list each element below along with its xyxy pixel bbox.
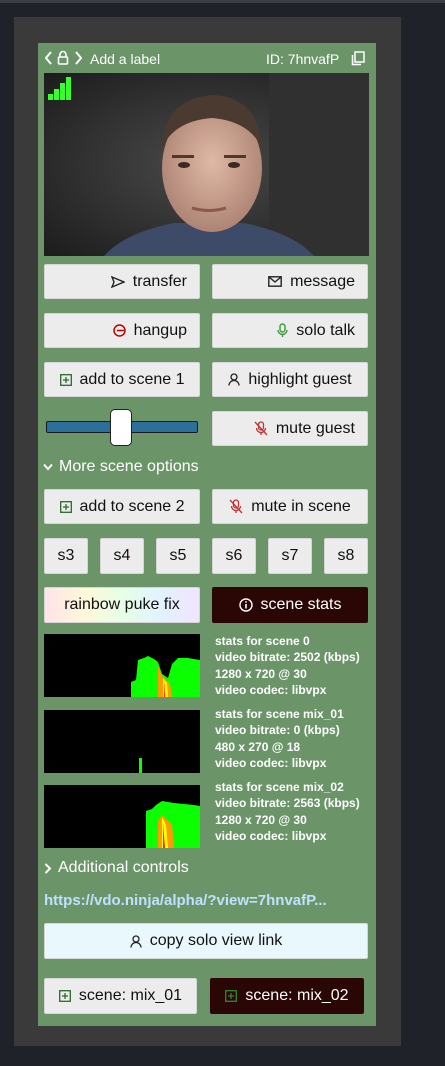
stats-graph-scene-mix-01 — [44, 710, 200, 773]
chevron-down-icon — [43, 463, 53, 471]
person-icon — [228, 373, 241, 386]
additional-controls-toggle[interactable]: Additional controls — [44, 859, 189, 877]
scene-mix-02-label: scene: mix_02 — [245, 987, 349, 1004]
stats-graph-scene-mix-02 — [44, 785, 200, 848]
mute-guest-button[interactable]: mute guest — [212, 411, 368, 446]
stats-resolution: 1280 x 720 @ 30 — [215, 812, 307, 827]
stats-text-scene-mix-02: stats for scene mix_02 video bitrate: 25… — [215, 779, 360, 844]
scene-mix-02-button[interactable]: scene: mix_02 — [210, 978, 364, 1014]
plus-square-icon — [225, 990, 238, 1002]
add-to-scene-2-button[interactable]: add to scene 2 — [44, 489, 200, 524]
scene-stats-button[interactable]: scene stats — [212, 587, 368, 623]
stats-resolution: 480 x 270 @ 18 — [215, 739, 301, 754]
stats-resolution: 1280 x 720 @ 30 — [215, 666, 307, 681]
chevron-left-icon[interactable] — [44, 51, 53, 70]
mic-off-icon — [254, 421, 268, 436]
lock-icon[interactable] — [57, 50, 69, 70]
add-to-scene-1-label: add to scene 1 — [79, 370, 185, 388]
plus-square-icon — [59, 500, 72, 513]
scene-mix-01-label: scene: mix_01 — [78, 987, 183, 1004]
add-to-scene-1-button[interactable]: add to scene 1 — [44, 362, 200, 397]
highlight-guest-label: highlight guest — [248, 370, 352, 388]
message-label: message — [290, 272, 355, 290]
scene-s4-button[interactable]: s4 — [100, 538, 144, 574]
stats-codec: video codec: libvpx — [215, 828, 327, 843]
hangup-icon — [112, 324, 126, 337]
stats-codec: video codec: libvpx — [215, 682, 327, 697]
mic-icon — [277, 323, 288, 338]
signal-icon — [48, 77, 72, 105]
hangup-button[interactable]: hangup — [44, 313, 200, 348]
scene-mix-01-button[interactable]: scene: mix_01 — [44, 978, 197, 1014]
copy-solo-view-link-button[interactable]: copy solo view link — [44, 923, 368, 959]
person-icon — [130, 934, 142, 948]
chevron-right-icon — [44, 862, 52, 874]
scene-s3-button[interactable]: s3 — [44, 538, 88, 574]
chevron-right-icon[interactable] — [74, 51, 83, 70]
scene-stats-label: scene stats — [260, 596, 342, 613]
copy-icon[interactable] — [351, 51, 365, 71]
stats-graph-scene-0 — [44, 634, 200, 697]
transfer-label: transfer — [132, 272, 187, 290]
stats-bitrate: video bitrate: 2502 (kbps) — [215, 650, 360, 665]
guest-label[interactable]: Add a label — [90, 51, 160, 67]
copy-solo-view-link-label: copy solo view link — [149, 932, 283, 949]
guest-video[interactable] — [44, 73, 369, 256]
top-border — [0, 0, 445, 3]
stats-title: stats for scene mix_01 — [215, 707, 344, 721]
scene-s5-button[interactable]: s5 — [156, 538, 200, 574]
volume-slider[interactable] — [44, 405, 200, 449]
hangup-label: hangup — [133, 321, 187, 339]
add-to-scene-2-label: add to scene 2 — [79, 497, 185, 515]
message-button[interactable]: message — [212, 264, 368, 299]
stats-text-scene-0: stats for scene 0 video bitrate: 2502 (k… — [215, 633, 360, 698]
additional-controls-label: Additional controls — [58, 859, 189, 876]
scene-s6-button[interactable]: s6 — [212, 538, 256, 574]
volume-slider-thumb[interactable] — [110, 409, 132, 446]
stats-bitrate: video bitrate: 2563 (kbps) — [215, 796, 360, 811]
envelope-icon — [268, 276, 282, 287]
rainbow-puke-fix-button[interactable]: rainbow puke fix — [44, 587, 200, 623]
stats-title: stats for scene mix_02 — [215, 780, 344, 794]
stats-title: stats for scene 0 — [215, 634, 310, 648]
scene-s7-button[interactable]: s7 — [268, 538, 312, 574]
scene-s8-button[interactable]: s8 — [324, 538, 368, 574]
view-link[interactable]: https://vdo.ninja/alpha/?view=7hnvafP... — [44, 892, 368, 909]
more-scene-options-label: More scene options — [59, 458, 199, 475]
highlight-guest-button[interactable]: highlight guest — [212, 362, 368, 397]
plus-square-icon — [59, 373, 72, 386]
mute-guest-label: mute guest — [275, 419, 355, 437]
stats-bitrate: video bitrate: 0 (kbps) — [215, 723, 340, 738]
send-icon — [110, 275, 125, 288]
mic-off-icon — [229, 499, 243, 514]
plus-square-icon — [58, 990, 71, 1002]
stats-codec: video codec: libvpx — [215, 755, 327, 770]
solo-talk-button[interactable]: solo talk — [212, 313, 368, 348]
info-icon — [238, 598, 253, 612]
mute-in-scene-label: mute in scene — [251, 497, 351, 515]
mute-in-scene-button[interactable]: mute in scene — [212, 489, 368, 524]
more-scene-options-toggle[interactable]: More scene options — [43, 458, 199, 476]
stats-text-scene-mix-01: stats for scene mix_01 video bitrate: 0 … — [215, 706, 344, 771]
solo-talk-label: solo talk — [296, 321, 355, 339]
transfer-button[interactable]: transfer — [44, 264, 200, 299]
guest-id: ID: 7hnvafP — [266, 51, 340, 67]
